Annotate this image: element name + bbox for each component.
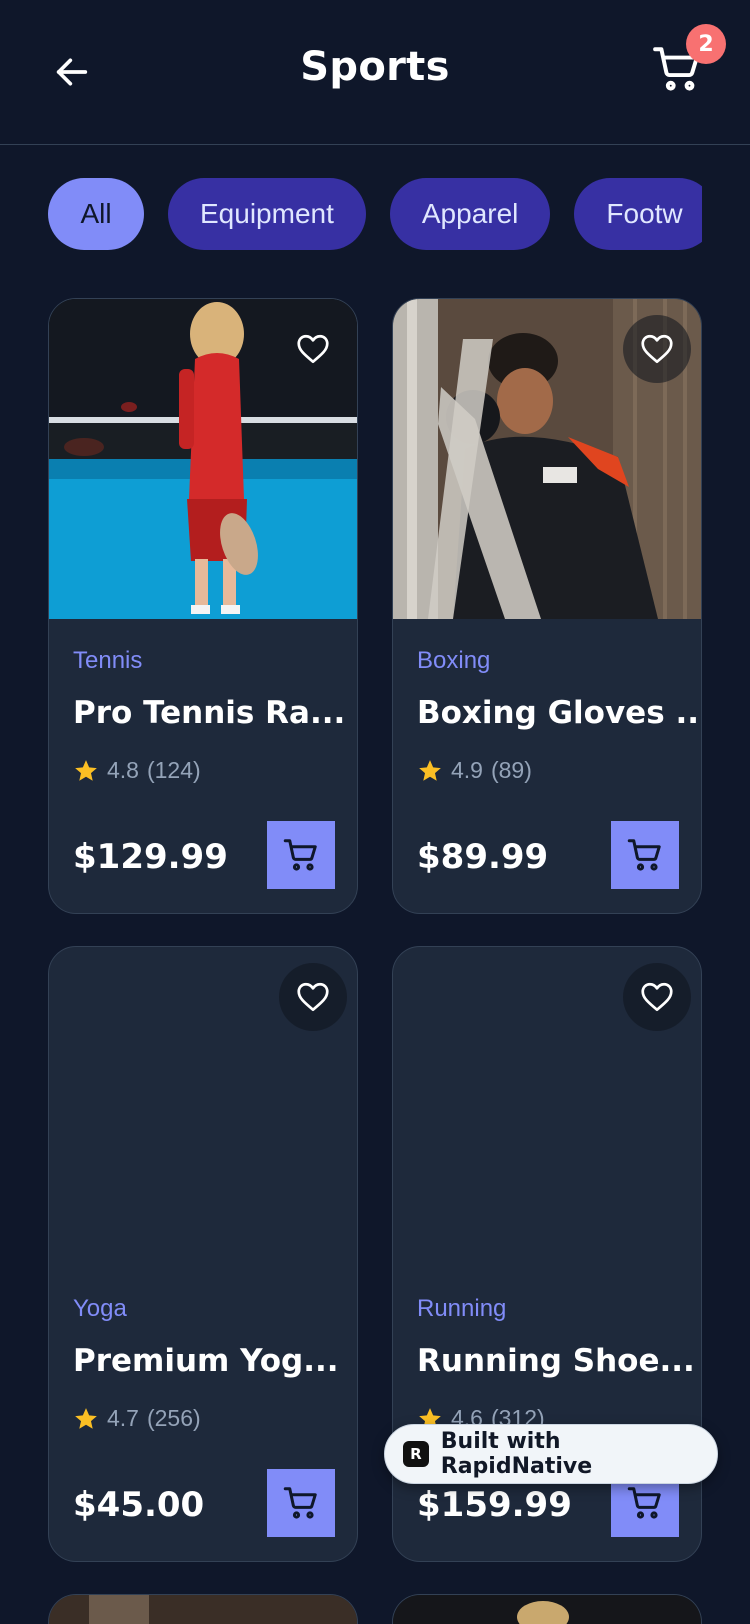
product-image — [393, 1595, 701, 1624]
add-to-cart-button[interactable] — [267, 1469, 335, 1537]
cart-icon — [627, 1487, 661, 1519]
product-rating: 4.7 (256) — [73, 1405, 201, 1432]
rating-value: 4.8 — [107, 757, 139, 783]
sports-screen: Sports 2 All Equipment Apparel Footw Ten… — [0, 0, 750, 1624]
cart-icon — [283, 1487, 317, 1519]
product-card-partial[interactable] — [392, 1594, 702, 1624]
heart-icon — [641, 982, 673, 1012]
heart-icon — [641, 334, 673, 364]
product-price: $45.00 — [73, 1485, 205, 1525]
rating-value: 4.9 — [451, 757, 483, 783]
star-icon — [75, 759, 97, 781]
add-to-cart-button[interactable] — [267, 821, 335, 889]
product-rating: 4.9 (89) — [417, 757, 532, 784]
favorite-button[interactable] — [279, 963, 347, 1031]
cart-icon — [283, 839, 317, 871]
review-count: (89) — [490, 757, 532, 783]
product-image-placeholder — [393, 947, 701, 1267]
product-name: Pro Tennis Ra... — [73, 695, 346, 731]
rapidnative-logo: R — [403, 1441, 429, 1467]
page-title: Sports — [300, 44, 450, 90]
product-category: Yoga — [73, 1295, 127, 1322]
product-category: Running — [417, 1295, 507, 1322]
product-image — [49, 299, 357, 619]
favorite-button[interactable] — [623, 315, 691, 383]
built-with-label: Built with RapidNative — [440, 1429, 593, 1479]
header: Sports 2 — [0, 0, 750, 145]
chip-footwear[interactable]: Footw — [574, 178, 702, 250]
product-category: Boxing — [417, 647, 491, 674]
cart-icon — [627, 839, 661, 871]
review-count: (256) — [146, 1405, 201, 1431]
product-card[interactable]: Boxing Boxing Gloves ... 4.9 (89) $89.99 — [392, 298, 702, 914]
product-price: $159.99 — [417, 1485, 572, 1525]
favorite-button[interactable] — [623, 963, 691, 1031]
chip-all[interactable]: All — [48, 178, 144, 250]
favorite-button[interactable] — [279, 315, 347, 383]
product-name: Running Shoe... — [417, 1343, 695, 1379]
product-category: Tennis — [73, 647, 143, 674]
product-image-placeholder — [49, 947, 357, 1267]
rating-value: 4.7 — [107, 1405, 139, 1431]
product-name: Boxing Gloves ... — [417, 695, 702, 731]
review-count: (124) — [146, 757, 201, 783]
product-price: $89.99 — [417, 837, 549, 877]
product-image — [393, 299, 701, 619]
built-with-badge[interactable]: R Built with RapidNative — [384, 1424, 718, 1484]
chip-equipment[interactable]: Equipment — [168, 178, 366, 250]
star-icon — [75, 1407, 97, 1429]
product-image — [49, 1595, 357, 1624]
category-filter-bar[interactable]: All Equipment Apparel Footw — [48, 178, 702, 250]
heart-icon — [297, 334, 329, 364]
product-price: $129.99 — [73, 837, 228, 877]
product-name: Premium Yog... — [73, 1343, 339, 1379]
product-rating: 4.8 (124) — [73, 757, 201, 784]
heart-icon — [297, 982, 329, 1012]
product-card-partial[interactable] — [48, 1594, 358, 1624]
star-icon — [419, 759, 441, 781]
chip-apparel[interactable]: Apparel — [389, 178, 551, 250]
product-card[interactable]: Tennis Pro Tennis Ra... 4.8 (124) $129.9… — [48, 298, 358, 914]
add-to-cart-button[interactable] — [611, 821, 679, 889]
cart-count-badge: 2 — [686, 24, 726, 64]
product-card[interactable]: Yoga Premium Yog... 4.7 (256) $45.00 — [48, 946, 358, 1562]
